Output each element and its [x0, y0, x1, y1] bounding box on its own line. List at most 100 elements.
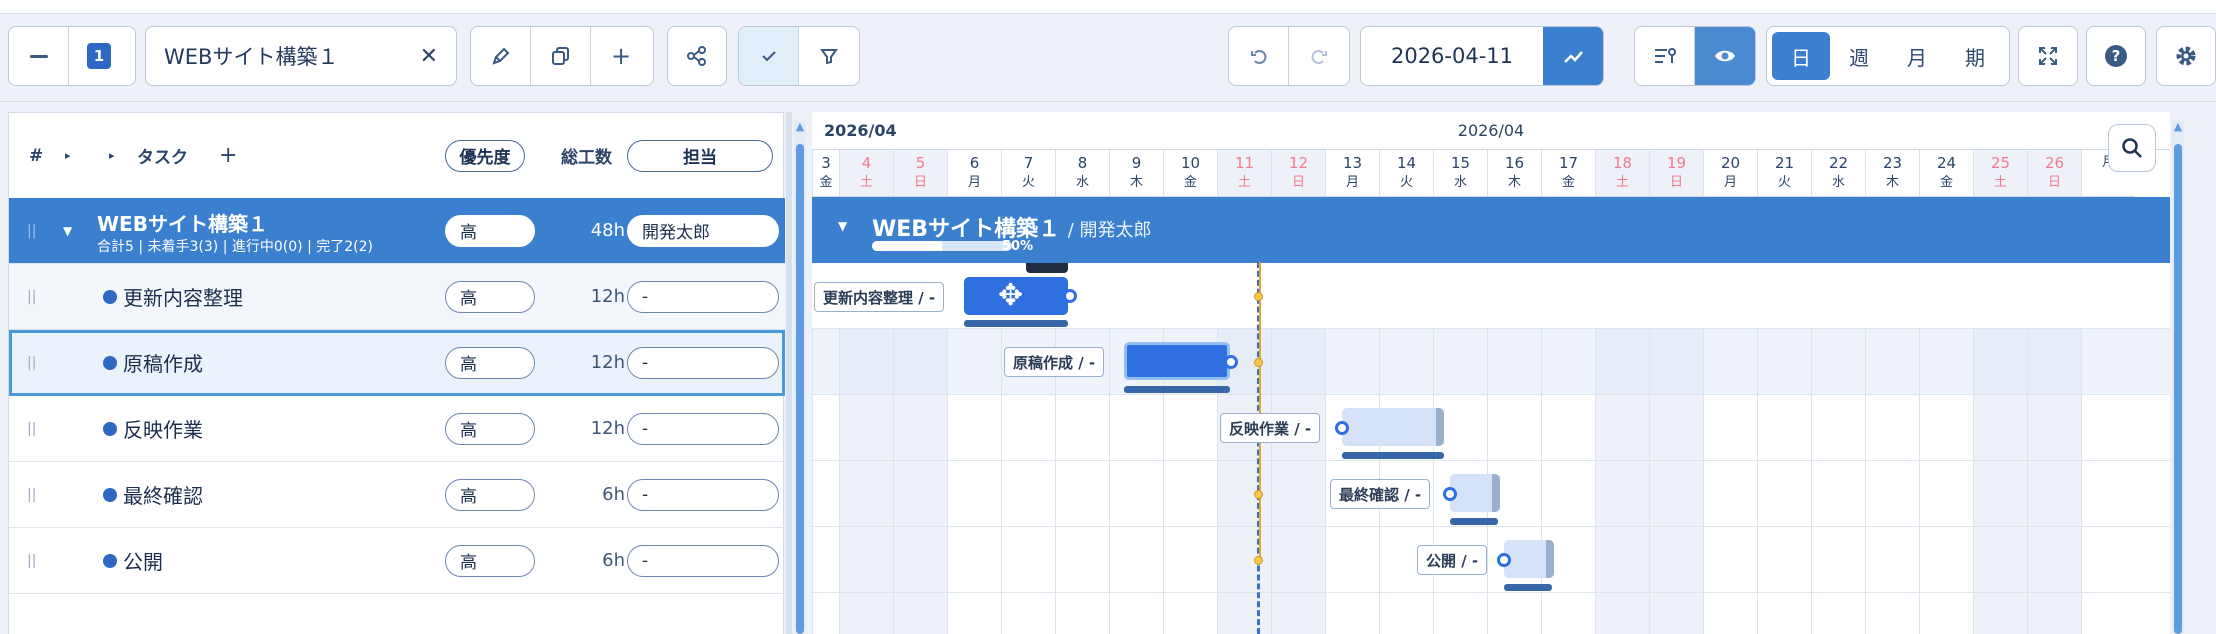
col-priority[interactable]: 優先度 — [445, 139, 525, 172]
task-priority[interactable]: 高 — [445, 412, 535, 445]
parent-priority[interactable]: 高 — [445, 214, 535, 247]
view-month[interactable]: 月 — [1888, 32, 1946, 80]
day-number: 18 — [1612, 154, 1633, 172]
day-header: 5日 — [894, 150, 947, 197]
task-priority[interactable]: 高 — [445, 280, 535, 313]
add-task-button[interactable]: + — [219, 143, 237, 168]
today-marker — [1254, 358, 1263, 367]
day-weekday: 月 — [1723, 175, 1737, 190]
expand-all-icon[interactable]: ▸ — [65, 149, 71, 162]
undo-button[interactable] — [1229, 27, 1289, 85]
day-header: 23 木 — [1866, 150, 1919, 197]
task-bar[interactable] — [1450, 474, 1500, 512]
month-label-left: 2026/04 — [812, 112, 897, 150]
dependency-handle[interactable] — [1497, 553, 1511, 567]
date-picker[interactable]: 2026-04-11 — [1360, 26, 1604, 86]
day-header: 22 水 — [1812, 150, 1865, 197]
task-bar[interactable] — [1342, 408, 1444, 446]
table-row[interactable]: || 公開 高 6h - — [9, 528, 785, 594]
day-number: 19 — [1666, 154, 1687, 172]
drag-handle-icon[interactable]: || — [27, 223, 36, 239]
gantt-search-button[interactable] — [2108, 124, 2156, 172]
day-number: 15 — [1450, 154, 1471, 172]
copy-button[interactable] — [531, 27, 591, 85]
task-assignee[interactable]: - — [627, 412, 779, 445]
trend-button[interactable] — [1543, 27, 1603, 85]
close-icon[interactable]: ✕ — [420, 44, 438, 69]
table-row[interactable]: || 更新内容整理 高 12h - — [9, 264, 785, 330]
project-select[interactable]: WEBサイト構築１ ✕ — [145, 26, 457, 86]
visibility-toggle[interactable] — [1695, 27, 1755, 85]
filter-group — [738, 26, 860, 86]
dependency-handle[interactable] — [1443, 487, 1457, 501]
table-row-selected[interactable]: || 原稿作成 高 12h - — [9, 330, 785, 396]
status-dot — [103, 421, 117, 436]
task-hours: 12h — [590, 352, 625, 373]
col-assignee[interactable]: 担当 — [627, 139, 773, 172]
drag-handle-icon[interactable]: || — [27, 289, 36, 305]
drag-handle-icon[interactable]: || — [27, 421, 36, 437]
dependency-handle[interactable] — [1224, 355, 1238, 369]
task-hours: 6h — [602, 550, 625, 571]
day-weekday: 月 — [1345, 175, 1359, 190]
drag-handle-icon[interactable]: || — [27, 553, 36, 569]
filter-button[interactable] — [799, 27, 859, 85]
task-priority[interactable]: 高 — [445, 478, 535, 511]
fullscreen-button[interactable] — [2019, 27, 2077, 85]
view-day[interactable]: 日 — [1772, 32, 1830, 80]
task-bar-selected[interactable] — [1124, 342, 1230, 380]
view-quarter[interactable]: 期 — [1946, 32, 2004, 80]
expand-task-icon[interactable]: ▸ — [109, 149, 115, 162]
left-scrollbar[interactable]: ▲ — [794, 120, 806, 634]
day-header: 11 土 — [1218, 150, 1271, 197]
day-weekday: 日 — [1669, 175, 1683, 190]
gantt-parent-bar[interactable]: ▼ WEBサイト構築１ / 開発太郎 50% — [812, 197, 2170, 263]
scroll-thumb[interactable] — [796, 144, 804, 634]
task-hours: 12h — [590, 286, 625, 307]
task-assignee[interactable]: - — [627, 280, 779, 313]
scroll-up-icon[interactable]: ▲ — [2172, 120, 2184, 134]
task-bar-label: 公開 / - — [1417, 545, 1488, 575]
task-assignee[interactable]: - — [627, 346, 779, 379]
dependency-handle[interactable] — [1335, 421, 1349, 435]
task-bar[interactable] — [1504, 540, 1554, 578]
table-row-parent[interactable]: || ▼ WEBサイト構築１ 合計5 | 未着手3(3) | 進行中0(0) |… — [9, 198, 785, 264]
scroll-thumb[interactable] — [2174, 144, 2182, 634]
column-settings-button[interactable] — [1635, 27, 1695, 85]
table-row[interactable]: || 最終確認 高 6h - — [9, 462, 785, 528]
table-row[interactable]: || 反映作業 高 12h - — [9, 396, 785, 462]
collapse-button[interactable] — [9, 27, 69, 85]
day-weekday: 土 — [1237, 175, 1251, 190]
today-marker — [1254, 292, 1263, 301]
gantt-row — [812, 395, 2170, 461]
day-weekday: 水 — [1075, 175, 1089, 190]
parent-assignee[interactable]: 開発太郎 — [627, 214, 779, 247]
view-week[interactable]: 週 — [1830, 32, 1888, 80]
task-assignee[interactable]: - — [627, 478, 779, 511]
collapse-row-icon[interactable]: ▼ — [838, 219, 847, 233]
help-button[interactable]: ? — [2087, 27, 2145, 85]
pane-splitter[interactable] — [786, 112, 792, 634]
gantt-scrollbar[interactable]: ▲ — [2172, 120, 2184, 634]
check-toggle[interactable] — [739, 27, 799, 85]
drag-handle-icon[interactable]: || — [27, 355, 36, 371]
collapse-row-icon[interactable]: ▼ — [63, 224, 72, 238]
share-icon — [687, 46, 706, 66]
redo-button[interactable] — [1289, 27, 1349, 85]
level-button[interactable]: 1 — [69, 27, 129, 85]
expand-icon — [2039, 47, 2057, 65]
share-button[interactable] — [668, 27, 726, 85]
drag-handle-icon[interactable]: || — [27, 487, 36, 503]
day-number: 23 — [1882, 154, 1903, 172]
task-assignee[interactable]: - — [627, 544, 779, 577]
edit-button[interactable] — [471, 27, 531, 85]
task-priority[interactable]: 高 — [445, 346, 535, 379]
add-button[interactable]: + — [591, 27, 651, 85]
scroll-up-icon[interactable]: ▲ — [794, 120, 806, 134]
pencil-icon — [491, 47, 509, 65]
minus-icon — [29, 54, 48, 58]
task-priority[interactable]: 高 — [445, 544, 535, 577]
settings-group — [2156, 26, 2216, 86]
dependency-handle[interactable] — [1063, 289, 1077, 303]
settings-button[interactable] — [2157, 27, 2215, 85]
